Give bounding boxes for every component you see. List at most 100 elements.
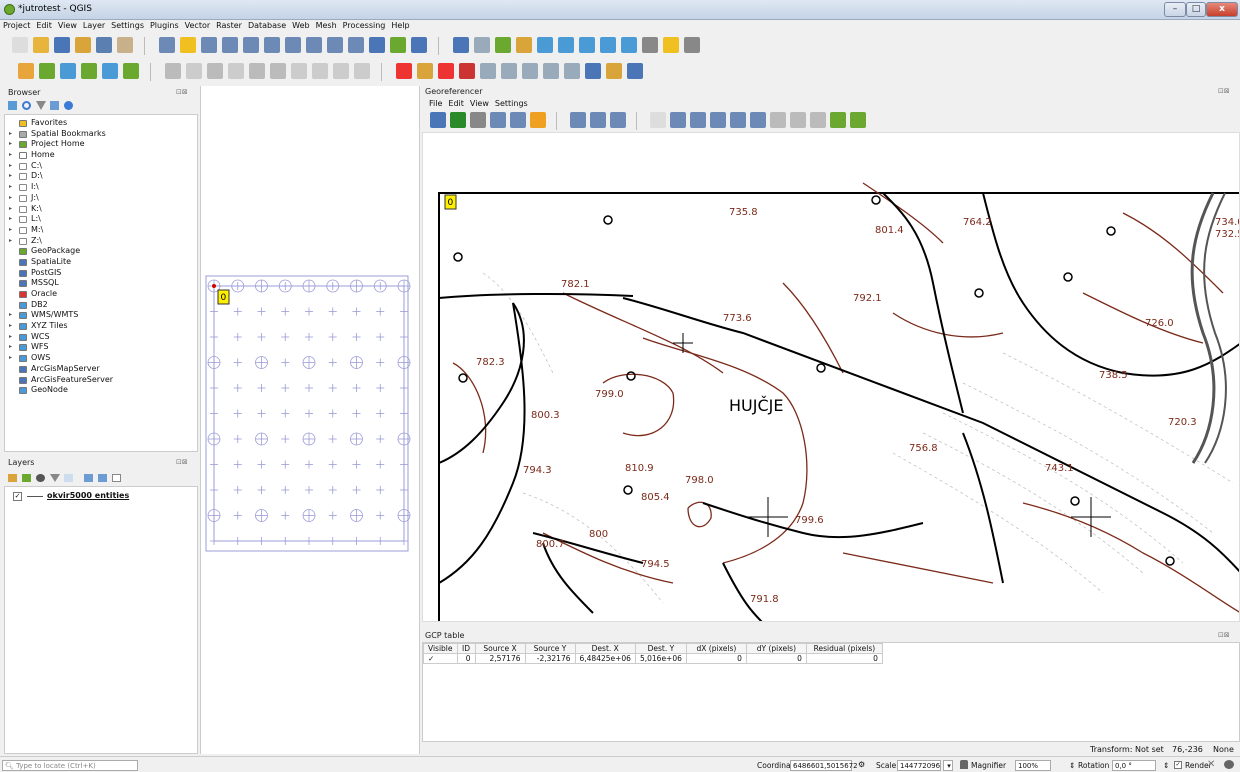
expand-arrow-icon[interactable]: ▸ bbox=[9, 171, 15, 182]
toolbar-tool-icon[interactable] bbox=[123, 63, 139, 79]
toolbar-tool-icon[interactable] bbox=[396, 63, 412, 79]
toolbar-tool-icon[interactable] bbox=[102, 63, 118, 79]
locate-input[interactable]: 🔍︎ Type to locate (Ctrl+K) bbox=[2, 760, 138, 771]
toolbar-tool-icon[interactable] bbox=[249, 63, 265, 79]
expand-arrow-icon[interactable]: ▸ bbox=[9, 236, 15, 247]
toolbar-tool-icon[interactable] bbox=[450, 112, 466, 128]
toolbar-tool-icon[interactable] bbox=[501, 63, 517, 79]
toolbar-tool-icon[interactable] bbox=[600, 37, 616, 53]
gcp-column-header[interactable]: Source Y bbox=[524, 643, 576, 654]
gcp-column-header[interactable]: Dest. X bbox=[574, 643, 636, 654]
map-canvas[interactable]: 0 bbox=[200, 86, 420, 754]
add-selected-icon[interactable] bbox=[8, 101, 17, 110]
minimize-button[interactable]: – bbox=[1164, 2, 1186, 17]
toolbar-tool-icon[interactable] bbox=[430, 112, 446, 128]
toolbar-tool-icon[interactable] bbox=[459, 63, 475, 79]
toolbar-tool-icon[interactable] bbox=[830, 112, 846, 128]
magnifier-field[interactable]: 100% bbox=[1015, 760, 1051, 771]
toolbar-tool-icon[interactable] bbox=[81, 63, 97, 79]
georeferencer-canvas[interactable]: 0 735.8 801.4 764.2 734.0732.5 782.1 792.1 773… bbox=[422, 132, 1240, 622]
expand-arrow-icon[interactable]: ▸ bbox=[9, 225, 15, 236]
toolbar-tool-icon[interactable] bbox=[530, 112, 546, 128]
browser-item-xyz-tiles[interactable]: ▸ XYZ Tiles bbox=[9, 321, 197, 332]
coordinate-field[interactable]: 6486601,5015672 bbox=[790, 760, 858, 771]
close-button[interactable]: x bbox=[1206, 2, 1238, 17]
browser-item-oracle[interactable]: Oracle bbox=[9, 289, 197, 300]
toolbar-tool-icon[interactable] bbox=[537, 37, 553, 53]
georef-menu-view[interactable]: View bbox=[467, 98, 492, 108]
gcp-column-header[interactable]: Residual (pixels) bbox=[805, 643, 883, 654]
filter-legend-icon[interactable] bbox=[50, 474, 60, 482]
toolbar-tool-icon[interactable] bbox=[207, 63, 223, 79]
gcp-row[interactable]: ✓ 0 2,57176 -2,32176 6,48425e+06 5,016e+06 0 0 0 bbox=[423, 653, 883, 664]
georeferencer-close-icon[interactable]: ⊡⊠ bbox=[1218, 87, 1230, 95]
toolbar-tool-icon[interactable] bbox=[33, 37, 49, 53]
browser-item-arcgisfeatureserver[interactable]: ArcGisFeatureServer bbox=[9, 375, 197, 386]
rotation-field[interactable]: 0,0 ° bbox=[1112, 760, 1156, 771]
gcp-column-header[interactable]: Visible bbox=[423, 643, 458, 654]
browser-item-wfs[interactable]: ▸ WFS bbox=[9, 342, 197, 353]
toolbar-tool-icon[interactable] bbox=[159, 37, 175, 53]
layers-panel-close-icon[interactable]: ⊡⊠ bbox=[176, 458, 188, 466]
menu-help[interactable]: Help bbox=[388, 20, 412, 30]
browser-item-spatial-bookmarks[interactable]: ▸ Spatial Bookmarks bbox=[9, 129, 197, 140]
properties-icon[interactable] bbox=[64, 101, 73, 110]
expand-arrow-icon[interactable]: ▸ bbox=[9, 214, 15, 225]
maximize-button[interactable]: □ bbox=[1186, 2, 1206, 17]
toolbar-tool-icon[interactable] bbox=[564, 63, 580, 79]
toolbar-tool-icon[interactable] bbox=[12, 37, 28, 53]
toolbar-tool-icon[interactable] bbox=[480, 63, 496, 79]
toolbar-tool-icon[interactable] bbox=[312, 63, 328, 79]
toolbar-tool-icon[interactable] bbox=[663, 37, 679, 53]
gcp-column-header[interactable]: Dest. Y bbox=[634, 643, 687, 654]
toolbar-tool-icon[interactable] bbox=[590, 112, 606, 128]
georef-menu-file[interactable]: File bbox=[426, 98, 445, 108]
toolbar-tool-icon[interactable] bbox=[270, 63, 286, 79]
expand-arrow-icon[interactable]: ▸ bbox=[9, 161, 15, 172]
toolbar-tool-icon[interactable] bbox=[810, 112, 826, 128]
browser-item-ows[interactable]: ▸ OWS bbox=[9, 353, 197, 364]
browser-item-mssql[interactable]: MSSQL bbox=[9, 278, 197, 289]
toolbar-tool-icon[interactable] bbox=[180, 37, 196, 53]
expand-arrow-icon[interactable]: ▸ bbox=[9, 139, 15, 150]
gcp-table-close-icon[interactable]: ⊡⊠ bbox=[1218, 631, 1230, 639]
toolbar-tool-icon[interactable] bbox=[291, 63, 307, 79]
toolbar-tool-icon[interactable] bbox=[228, 63, 244, 79]
filter-expression-icon[interactable] bbox=[64, 474, 73, 482]
expand-arrow-icon[interactable]: ▸ bbox=[9, 150, 15, 161]
crs-icon[interactable]: ✕ bbox=[1207, 759, 1215, 770]
toolbar-tool-icon[interactable] bbox=[369, 37, 385, 53]
toolbar-tool-icon[interactable] bbox=[642, 37, 658, 53]
remove-layer-icon[interactable] bbox=[112, 474, 121, 482]
collapse-all-layers-icon[interactable] bbox=[98, 474, 107, 482]
add-group-icon[interactable] bbox=[22, 474, 31, 482]
toolbar-tool-icon[interactable] bbox=[516, 37, 532, 53]
refresh-icon[interactable] bbox=[22, 101, 31, 110]
toolbar-tool-icon[interactable] bbox=[327, 37, 343, 53]
menu-plugins[interactable]: Plugins bbox=[147, 20, 182, 30]
expand-arrow-icon[interactable]: ▸ bbox=[9, 342, 15, 353]
menu-mesh[interactable]: Mesh bbox=[313, 20, 340, 30]
toolbar-tool-icon[interactable] bbox=[621, 37, 637, 53]
toolbar-tool-icon[interactable] bbox=[54, 37, 70, 53]
toolbar-tool-icon[interactable] bbox=[579, 37, 595, 53]
toolbar-tool-icon[interactable] bbox=[690, 112, 706, 128]
menu-vector[interactable]: Vector bbox=[182, 20, 214, 30]
expand-arrow-icon[interactable]: ▸ bbox=[9, 332, 15, 343]
expand-arrow-icon[interactable]: ▸ bbox=[9, 310, 15, 321]
browser-item-favorites[interactable]: Favorites bbox=[9, 118, 197, 129]
render-checkbox[interactable]: ✓ bbox=[1174, 761, 1182, 769]
browser-item-i[interactable]: ▸ I:\ bbox=[9, 182, 197, 193]
toolbar-tool-icon[interactable] bbox=[610, 112, 626, 128]
toolbar-tool-icon[interactable] bbox=[650, 112, 666, 128]
extents-toggle-icon[interactable]: ⚙ bbox=[858, 760, 868, 770]
toolbar-tool-icon[interactable] bbox=[390, 37, 406, 53]
toolbar-tool-icon[interactable] bbox=[585, 63, 601, 79]
toolbar-tool-icon[interactable] bbox=[453, 37, 469, 53]
menu-view[interactable]: View bbox=[55, 20, 80, 30]
toolbar-tool-icon[interactable] bbox=[354, 63, 370, 79]
toolbar-tool-icon[interactable] bbox=[222, 37, 238, 53]
toolbar-tool-icon[interactable] bbox=[558, 37, 574, 53]
toolbar-tool-icon[interactable] bbox=[60, 63, 76, 79]
manage-map-themes-icon[interactable] bbox=[36, 474, 45, 482]
